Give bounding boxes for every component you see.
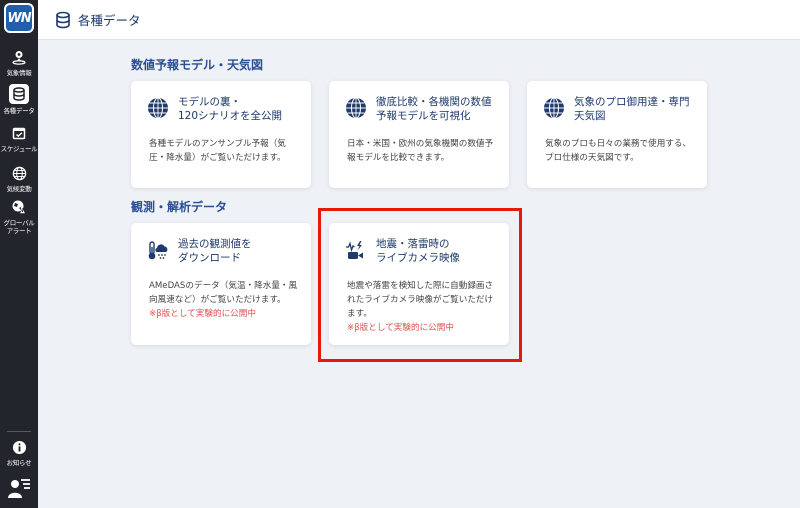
globe-alert-icon xyxy=(10,198,28,216)
card-title: 徹底比較・各機関の数値 予報モデルを可視化 xyxy=(376,96,492,122)
beta-note: ※β版として実験的に公開中 xyxy=(149,309,256,319)
globe-grid-icon xyxy=(148,97,168,119)
section-title-observation: 観測・解析データ xyxy=(131,200,228,214)
sidebar-item-climate-change[interactable]: 気候変動 xyxy=(0,164,38,193)
card-description: AMeDASのデータ（気温・降水量・風向風速など）がご覧いただけます。 ※β版と… xyxy=(149,281,298,319)
sidebar-item-schedule[interactable]: スケジュール xyxy=(0,124,38,153)
globe-grid-icon xyxy=(544,97,564,119)
card-model-comparison[interactable]: 徹底比較・各機関の数値 予報モデルを可視化 日本・米国・欧州の気象機関の数値予報… xyxy=(329,81,509,188)
user-menu-icon xyxy=(6,476,32,500)
card-description: 各種モデルのアンサンブル予報（気圧・降水量）がご覧いただけます。 xyxy=(149,139,286,163)
sidebar-item-label: グローバル アラート xyxy=(3,219,35,235)
top-bar: 各種データ xyxy=(38,0,800,40)
highlight-box xyxy=(318,208,522,362)
sidebar: WN 気象情報 各種データ スケジュール 気候変動 グローバル アラート お知ら… xyxy=(0,0,38,508)
sidebar-item-global-alert[interactable]: グローバル アラート xyxy=(0,198,38,235)
sidebar-item-data[interactable]: 各種データ xyxy=(0,84,38,115)
sidebar-item-label: 気象情報 xyxy=(6,69,32,77)
card-title: 過去の観測値を ダウンロード xyxy=(178,238,252,264)
app-logo[interactable]: WN xyxy=(4,3,34,33)
sidebar-item-label: スケジュール xyxy=(0,145,38,153)
thermometer-snow-icon xyxy=(148,241,168,260)
sidebar-divider xyxy=(7,431,31,432)
page-title: 各種データ xyxy=(78,13,141,28)
database-icon xyxy=(54,11,72,29)
user-menu-button[interactable] xyxy=(0,476,38,500)
sidebar-item-notifications[interactable]: お知らせ xyxy=(0,438,38,467)
sidebar-item-weather-info[interactable]: 気象情報 xyxy=(0,48,38,77)
sidebar-item-label: お知らせ xyxy=(6,459,32,467)
globe-grid-icon xyxy=(346,97,366,119)
card-description: 日本・米国・欧州の気象機関の数値予報モデルを比較できます。 xyxy=(347,139,494,163)
sidebar-item-label: 各種データ xyxy=(3,107,35,115)
map-pin-icon xyxy=(10,48,28,66)
globe-icon xyxy=(10,164,28,182)
sidebar-item-label: 気候変動 xyxy=(6,185,32,193)
card-pro-weather-charts[interactable]: 気象のプロ御用達・専門 天気図 気象のプロも日々の業務で使用する、プロ仕様の天気… xyxy=(527,81,707,188)
calendar-check-icon xyxy=(10,124,28,142)
card-title: モデルの裏・ 120シナリオを全公開 xyxy=(178,96,283,122)
database-icon xyxy=(9,84,29,104)
section-title-nwp: 数値予報モデル・天気図 xyxy=(131,58,264,72)
card-title: 気象のプロ御用達・専門 天気図 xyxy=(574,96,690,122)
card-ensemble-scenarios[interactable]: モデルの裏・ 120シナリオを全公開 各種モデルのアンサンブル予報（気圧・降水量… xyxy=(131,81,311,188)
card-observation-download[interactable]: 過去の観測値を ダウンロード AMeDASのデータ（気温・降水量・風向風速など）… xyxy=(131,223,311,345)
card-description: 気象のプロも日々の業務で使用する、プロ仕様の天気図です。 xyxy=(545,139,692,163)
info-icon xyxy=(10,438,28,456)
